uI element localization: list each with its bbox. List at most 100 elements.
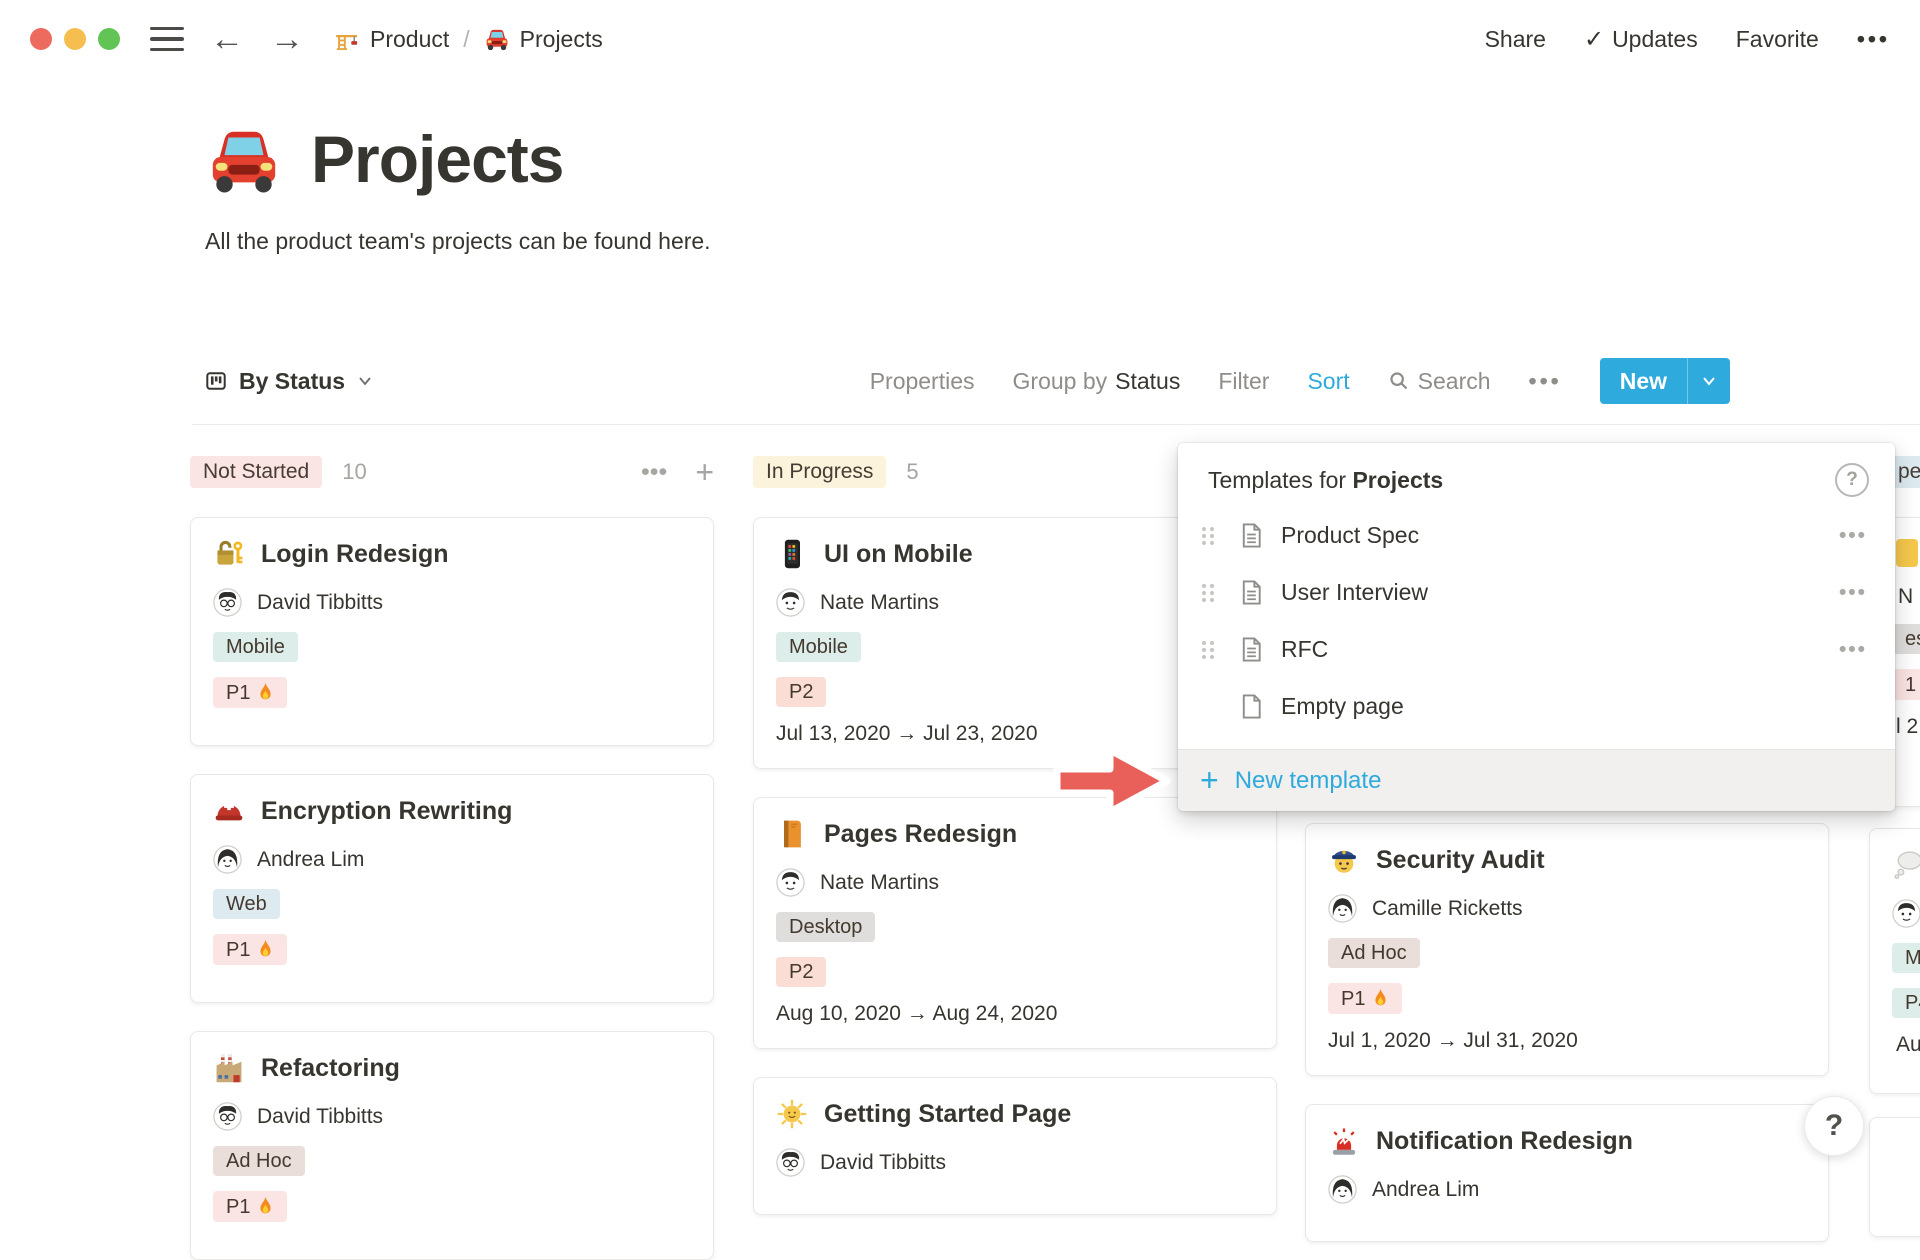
page-icon-car[interactable]	[205, 120, 283, 198]
group-by-button[interactable]: Group by Status	[1013, 368, 1181, 395]
project-card[interactable]: Pages RedesignNate MartinsDesktopP2Aug 1…	[753, 797, 1277, 1049]
tag-mobile: Mobile	[776, 632, 861, 662]
template-more-button[interactable]: •••	[1839, 638, 1867, 662]
project-card-clipped[interactable]: N	[1869, 1117, 1920, 1237]
person-name: David Tibbitts	[820, 1151, 946, 1175]
drag-handle-icon[interactable]	[1200, 581, 1226, 605]
tag-line: P1	[213, 1191, 691, 1222]
card-date: l 2	[1892, 715, 1920, 739]
favorite-button[interactable]: Favorite	[1736, 26, 1819, 53]
properties-button[interactable]: Properties	[870, 368, 975, 395]
template-row-product-spec[interactable]: Product Spec•••	[1178, 507, 1895, 564]
page-title: Projects	[205, 120, 711, 198]
tag-line: 1	[1892, 669, 1920, 700]
new-template-button[interactable]: + New template	[1178, 749, 1895, 811]
tag-line: Desktop	[776, 912, 1254, 942]
project-card[interactable]: Encryption RewritingAndrea LimWebP1	[190, 774, 714, 1003]
breadcrumb-product[interactable]: Product	[334, 26, 449, 53]
project-card[interactable]: Notification RedesignAndrea Lim	[1305, 1104, 1829, 1242]
column-status-pill[interactable]: Not Started	[190, 456, 322, 488]
tag-line: Ad Hoc	[1328, 938, 1806, 968]
search-label: Search	[1418, 368, 1491, 395]
card-title-text: UI on Mobile	[824, 540, 973, 569]
tag-ad-hoc: Ad Hoc	[1328, 938, 1420, 968]
updates-label: Updates	[1612, 26, 1698, 53]
view-switcher[interactable]: By Status	[205, 368, 373, 395]
popup-title-prefix: Templates for	[1208, 467, 1352, 493]
template-row-rfc[interactable]: RFC•••	[1178, 621, 1895, 678]
forward-arrow-icon[interactable]: →	[270, 22, 304, 56]
tag-line: P1	[1328, 983, 1806, 1014]
mobile-icon	[776, 538, 808, 570]
more-options-button[interactable]: •••	[1857, 26, 1890, 53]
board-icon	[205, 370, 227, 392]
card-title: Login Redesign	[213, 538, 691, 570]
sort-button[interactable]: Sort	[1307, 368, 1349, 395]
view-switcher-label: By Status	[239, 368, 345, 395]
person-name: Camille Ricketts	[1372, 897, 1523, 921]
template-row-empty-page[interactable]: Empty page	[1178, 678, 1895, 735]
template-more-button[interactable]: •••	[1839, 524, 1867, 548]
template-more-button[interactable]: •••	[1839, 581, 1867, 605]
sidebar-menu-icon[interactable]	[150, 27, 184, 52]
tag-line: Ad Hoc	[213, 1146, 691, 1176]
avatar	[1892, 899, 1920, 928]
new-button-label: New	[1600, 358, 1687, 404]
template-label: Empty page	[1281, 693, 1404, 720]
card-person: S	[1892, 899, 1920, 928]
filter-button[interactable]: Filter	[1218, 368, 1269, 395]
column-count: 5	[906, 459, 918, 485]
popup-help-icon[interactable]: ?	[1835, 463, 1869, 497]
tag-p1-: P1	[213, 677, 287, 708]
tag-p4: P4	[1892, 988, 1920, 1018]
sun-icon	[776, 1098, 808, 1130]
person-name: David Tibbitts	[257, 591, 383, 615]
book-icon	[776, 818, 808, 850]
drag-handle-icon[interactable]	[1200, 524, 1226, 548]
project-card[interactable]: Getting Started Page David Tibbitts	[753, 1077, 1277, 1215]
column-more-button[interactable]: •••	[641, 460, 667, 485]
new-button-chevron[interactable]	[1688, 358, 1730, 404]
doc-icon	[1238, 522, 1265, 549]
card-title-text: Encryption Rewriting	[261, 797, 512, 826]
project-card[interactable]: Login RedesignDavid TibbittsMobileP1	[190, 517, 714, 746]
project-card[interactable]: RefactoringDavid TibbittsAd HocP1	[190, 1031, 714, 1260]
avatar	[213, 845, 242, 874]
card-title: Encryption Rewriting	[213, 795, 691, 827]
toolbar-more-button[interactable]: •••	[1529, 368, 1562, 395]
project-card[interactable]: Security AuditCamille RickettsAd HocP1Ju…	[1305, 823, 1829, 1076]
police-icon	[1328, 844, 1360, 876]
check-icon: ✓	[1584, 25, 1604, 54]
template-row-user-interview[interactable]: User Interview•••	[1178, 564, 1895, 621]
car-icon	[484, 26, 510, 52]
project-card-clipped[interactable]: CSMobP4Aug 3	[1869, 828, 1920, 1094]
card-date: Aug 3	[1892, 1033, 1920, 1057]
search-button[interactable]: Search	[1388, 368, 1491, 395]
column-add-button[interactable]: +	[695, 456, 714, 488]
card-person: Nate Martins	[776, 868, 1254, 897]
card-title-text: Notification Redesign	[1376, 1127, 1633, 1156]
breadcrumb-projects[interactable]: Projects	[484, 26, 603, 53]
window-zoom-button[interactable]	[98, 28, 120, 50]
card-stack: Security AuditCamille RickettsAd HocP1Ju…	[1305, 823, 1829, 1242]
back-arrow-icon[interactable]: ←	[210, 22, 244, 56]
updates-button[interactable]: ✓ Updates	[1584, 25, 1698, 54]
drag-handle-icon[interactable]	[1200, 638, 1226, 662]
help-button[interactable]: ?	[1804, 1096, 1864, 1156]
share-button[interactable]: Share	[1485, 26, 1546, 53]
window-close-button[interactable]	[30, 28, 52, 50]
card-person: David Tibbitts	[776, 1148, 1254, 1177]
card-date: Aug 10, 2020 → Aug 24, 2020	[776, 1002, 1254, 1026]
card-title: N	[1892, 1138, 1920, 1167]
doc-icon	[1238, 636, 1265, 663]
group-by-label: Group by	[1013, 368, 1108, 395]
thought-icon	[1892, 849, 1920, 881]
card-title-text: Getting Started Page	[824, 1100, 1071, 1129]
doc-icon	[1238, 579, 1265, 606]
column-status-pill[interactable]: In Progress	[753, 456, 886, 488]
new-button[interactable]: New	[1600, 358, 1730, 404]
card-title: P	[1892, 538, 1920, 567]
tag-p1-: P1	[213, 934, 287, 965]
window-minimize-button[interactable]	[64, 28, 86, 50]
tag-p2: P2	[776, 957, 826, 987]
